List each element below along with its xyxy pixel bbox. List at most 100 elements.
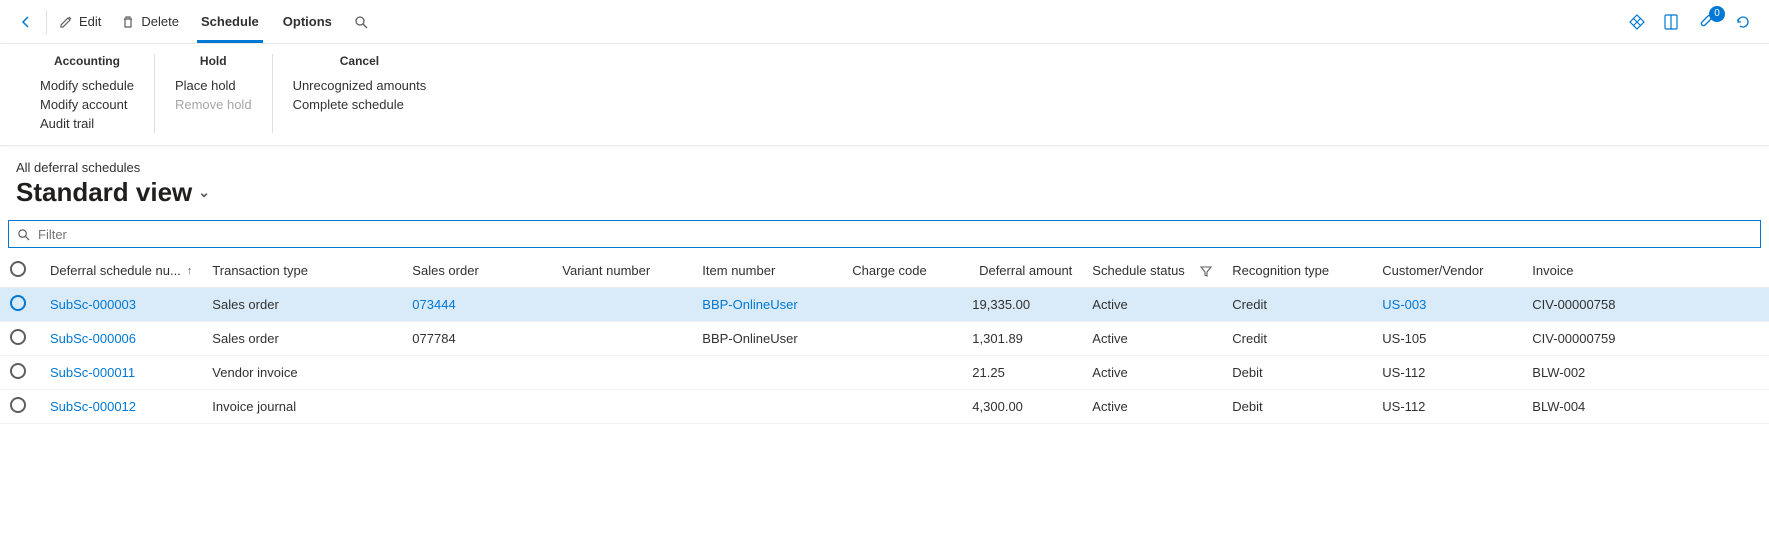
cell-schedule-status: Active [1082,390,1222,424]
cell-recognition-type: Debit [1222,390,1372,424]
tab-options[interactable]: Options [271,0,344,43]
ribbon-item[interactable]: Modify account [40,95,134,114]
diamond-icon [1628,13,1646,31]
row-selector[interactable] [0,356,40,390]
diamond-icon-button[interactable] [1627,12,1647,32]
view-selector[interactable]: Standard view ⌄ [16,177,1753,208]
back-button[interactable] [8,0,44,43]
refresh-icon [1734,13,1752,31]
cell-variant-number [552,288,692,322]
col-transaction-type[interactable]: Transaction type [202,254,402,288]
cell-schedule-status: Active [1082,356,1222,390]
cell-schedule-num-link[interactable]: SubSc-000006 [50,331,136,346]
col-recognition-type[interactable]: Recognition type [1222,254,1372,288]
cell-schedule-status: Active [1082,322,1222,356]
col-sales-order[interactable]: Sales order [402,254,552,288]
col-schedule-status[interactable]: Schedule status [1082,254,1222,288]
cell-sales-order: 077784 [402,322,552,356]
cell-item-number: BBP-OnlineUser [692,322,842,356]
table-row[interactable]: SubSc-000003 Sales order 073444 BBP-OnlineU… [0,288,1769,322]
cell-recognition-type: Debit [1222,356,1372,390]
col-variant-number[interactable]: Variant number [552,254,692,288]
cell-schedule-status: Active [1082,288,1222,322]
cell-sales-order[interactable]: 073444 [402,288,552,322]
panel-toggle-button[interactable] [1661,12,1681,32]
col-charge-code[interactable]: Charge code [842,254,962,288]
tab-label: Schedule [201,14,259,29]
cell-customer-vendor-link[interactable]: US-003 [1382,297,1426,312]
cell-invoice: CIV-00000758 [1522,288,1769,322]
ribbon-item[interactable]: Audit trail [40,114,134,133]
cell-schedule-num-link[interactable]: SubSc-000011 [50,365,135,380]
cell-recognition-type: Credit [1222,288,1372,322]
col-label: Recognition type [1232,263,1329,278]
attachments-button[interactable]: 0 [1695,10,1719,34]
cell-schedule-num-link[interactable]: SubSc-000012 [50,399,136,414]
search-icon [354,15,368,29]
ribbon-group-title: Cancel [293,54,427,76]
cell-schedule-num[interactable]: SubSc-000012 [40,390,202,424]
table-row[interactable]: SubSc-000011Vendor invoice21.25ActiveDeb… [0,356,1769,390]
col-customer-vendor[interactable]: Customer/Vendor [1372,254,1522,288]
tab-schedule[interactable]: Schedule [189,0,271,43]
cell-item-number[interactable]: BBP-OnlineUser [692,288,842,322]
filter-bar[interactable] [8,220,1761,248]
row-selector[interactable] [0,288,40,322]
cell-sales-order [402,390,552,424]
cell-item-number-link[interactable]: BBP-OnlineUser [702,297,797,312]
filter-input[interactable] [36,226,1752,243]
cell-transaction-type: Sales order [202,288,402,322]
ribbon-item[interactable]: Complete schedule [293,95,427,114]
trash-icon [121,15,135,29]
radio-icon [10,295,26,311]
cell-customer-vendor[interactable]: US-003 [1372,288,1522,322]
ribbon-group-accounting: AccountingModify scheduleModify accountA… [20,54,155,133]
edit-button[interactable]: Edit [49,0,111,43]
col-label: Customer/Vendor [1382,263,1483,278]
cell-schedule-num-link[interactable]: SubSc-000003 [50,297,136,312]
cell-charge-code [842,390,962,424]
ribbon-group-title: Accounting [40,54,134,76]
cell-recognition-type: Credit [1222,322,1372,356]
cell-invoice: BLW-004 [1522,390,1769,424]
select-all-header[interactable] [0,254,40,288]
col-invoice[interactable]: Invoice [1522,254,1769,288]
row-selector[interactable] [0,390,40,424]
col-schedule-num[interactable]: Deferral schedule nu... ↑ [40,254,202,288]
page-header: All deferral schedules Standard view ⌄ [0,146,1769,214]
refresh-button[interactable] [1733,12,1753,32]
table-row[interactable]: SubSc-000012Invoice journal4,300.00Activ… [0,390,1769,424]
toolbar-search-button[interactable] [344,0,378,43]
cell-sales-order-link[interactable]: 073444 [412,297,455,312]
cell-charge-code [842,322,962,356]
table-row[interactable]: SubSc-000006Sales order077784BBP-OnlineU… [0,322,1769,356]
ribbon-item[interactable]: Place hold [175,76,252,95]
row-selector[interactable] [0,322,40,356]
header-row: Deferral schedule nu... ↑ Transaction ty… [0,254,1769,288]
col-item-number[interactable]: Item number [692,254,842,288]
cell-item-number [692,390,842,424]
tabs-host: Schedule Options [189,0,344,43]
cell-schedule-num[interactable]: SubSc-000011 [40,356,202,390]
cell-variant-number [552,322,692,356]
pencil-icon [59,15,73,29]
back-arrow-icon [18,14,34,30]
cell-variant-number [552,356,692,390]
top-toolbar-right: 0 [1627,10,1761,34]
cell-schedule-num[interactable]: SubSc-000006 [40,322,202,356]
radio-icon [10,261,26,277]
sort-asc-icon: ↑ [187,265,193,277]
radio-icon [10,397,26,413]
col-deferral-amount[interactable]: Deferral amount [962,254,1082,288]
cell-transaction-type: Vendor invoice [202,356,402,390]
attachments-count: 0 [1709,6,1725,22]
col-label: Variant number [562,263,650,278]
cell-item-number [692,356,842,390]
funnel-icon [1200,265,1212,277]
ribbon-item[interactable]: Modify schedule [40,76,134,95]
panel-icon [1663,13,1679,31]
delete-button[interactable]: Delete [111,0,189,43]
cell-schedule-num[interactable]: SubSc-000003 [40,288,202,322]
col-label: Charge code [852,263,926,278]
ribbon-item[interactable]: Unrecognized amounts [293,76,427,95]
